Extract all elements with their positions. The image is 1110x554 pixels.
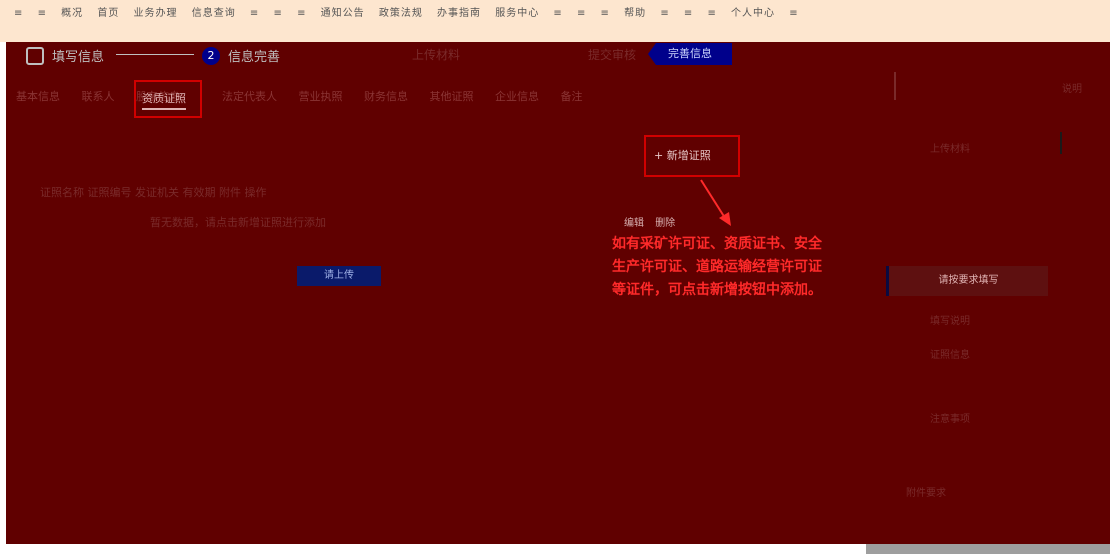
step-fill-info: 填写信息 (26, 46, 104, 65)
top-nav-item[interactable]: ≡ (38, 8, 47, 19)
horizontal-scrollbar-track (0, 544, 1110, 554)
right-panel-divider (894, 72, 896, 100)
top-nav-item[interactable]: 服务中心 (495, 8, 539, 19)
top-nav-item[interactable]: ≡ (250, 8, 259, 19)
top-nav-item[interactable]: ≡ (577, 8, 586, 19)
delete-link[interactable]: 删除 (655, 218, 675, 229)
arrow-icon (700, 179, 731, 226)
step-number-icon: 2 (202, 46, 220, 65)
edit-link[interactable]: 编辑 (624, 218, 644, 229)
tab-item[interactable]: 联系人 (82, 90, 115, 103)
step-label: 填写信息 (52, 50, 105, 65)
tab-item[interactable]: 营业执照 (299, 90, 343, 103)
top-nav-item[interactable]: 帮助 (624, 8, 646, 19)
top-nav-item[interactable]: ≡ (297, 8, 306, 19)
top-nav-item[interactable]: ≡ (601, 8, 610, 19)
right-panel-text: 注意事项 (930, 414, 970, 425)
top-nav-item[interactable]: 业务办理 (134, 8, 178, 19)
top-nav-item[interactable]: ≡ (273, 8, 282, 19)
top-nav-item[interactable]: 首页 (97, 8, 119, 19)
complete-info-button[interactable]: 完善信息 (648, 43, 732, 65)
annotation-note: 如有采矿许可证、资质证书、安全生产许可证、道路运输经营许可证等证件，可点击新增按… (612, 236, 822, 298)
step-label: 上传材料 (412, 48, 461, 62)
tab-item[interactable]: 企业信息 (495, 90, 539, 103)
top-nav-item[interactable]: 个人中心 (731, 8, 775, 19)
top-nav-item[interactable]: 概况 (61, 8, 83, 19)
step-complete-info: 2 信息完善 (202, 46, 280, 65)
top-nav-item[interactable]: 政策法规 (379, 8, 423, 19)
top-nav-items: ≡ ≡ 概况 首页 业务办理 信息查询 ≡ ≡ ≡ 通知公告 政策法规 办事指南… (14, 4, 809, 19)
table-header: 证照名称 证照编号 发证机关 有效期 附件 操作 (40, 186, 267, 199)
tab-qualification-highlight[interactable]: 资质证照 (134, 80, 202, 118)
tab-item[interactable]: 法定代表人 (222, 90, 277, 103)
top-nav-item[interactable]: ≡ (14, 8, 23, 19)
right-panel-text: 证照信息 (930, 350, 970, 361)
step-upload: 上传材料 (412, 46, 460, 63)
top-nav-item[interactable]: ≡ (660, 8, 669, 19)
step-submit: 提交审核 (588, 46, 636, 63)
top-nav-item[interactable]: 办事指南 (437, 8, 481, 19)
top-nav-item[interactable]: ≡ (684, 8, 693, 19)
tab-item[interactable]: 其他证照 (430, 90, 474, 103)
top-nav-item[interactable]: 信息查询 (192, 8, 236, 19)
empty-hint: 暂无数据，请点击新增证照进行添加 (150, 216, 326, 229)
tab-bar-rest: 法定代表人 营业执照 财务信息 其他证照 企业信息 备注 (222, 88, 601, 104)
tab-item[interactable]: 基本信息 (16, 90, 60, 103)
right-panel-text: 上传材料 (930, 144, 970, 155)
row-actions: 编辑 删除 (624, 214, 683, 229)
upload-button[interactable]: 请上传 (297, 266, 381, 286)
top-nav-item[interactable]: ≡ (707, 8, 716, 19)
step-connector (116, 54, 194, 55)
right-panel-text: 填写说明 (930, 316, 970, 327)
top-nav-item[interactable]: 通知公告 (321, 8, 365, 19)
form-icon (26, 46, 44, 65)
add-certificate-highlight: + 新增证照 (644, 135, 740, 177)
tab-item[interactable]: 财务信息 (364, 90, 408, 103)
tab-item[interactable]: 备注 (561, 90, 583, 103)
right-panel-text: 说明 (1062, 84, 1082, 95)
right-panel-card[interactable]: 请按要求填写 (886, 266, 1048, 296)
horizontal-scrollbar-thumb[interactable] (866, 544, 1110, 554)
step-label: 提交审核 (588, 48, 637, 62)
top-navigation-bar: ≡ ≡ 概况 首页 业务办理 信息查询 ≡ ≡ ≡ 通知公告 政策法规 办事指南… (0, 0, 1110, 42)
tab-qualification[interactable]: 资质证照 (142, 90, 186, 110)
top-nav-item[interactable]: ≡ (553, 8, 562, 19)
right-panel-text: 附件要求 (906, 488, 946, 499)
step-label: 信息完善 (228, 50, 281, 65)
top-nav-item[interactable]: ≡ (789, 8, 798, 19)
add-certificate-button[interactable]: + 新增证照 (654, 147, 711, 163)
right-panel-marker (1060, 132, 1062, 154)
